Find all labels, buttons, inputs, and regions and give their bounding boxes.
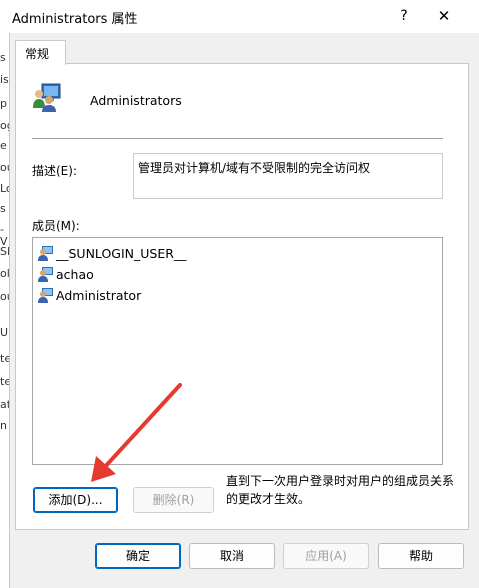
group-name: Administrators: [90, 93, 182, 108]
member-name: __SUNLOGIN_USER__: [56, 246, 187, 261]
help-button[interactable]: 帮助: [378, 543, 464, 569]
cancel-button[interactable]: 取消: [189, 543, 275, 569]
close-button[interactable]: ✕: [430, 4, 458, 28]
membership-note: 直到下一次用户登录时对用户的组成员关系的更改才生效。: [226, 474, 455, 506]
background-edge-char: e: [0, 139, 7, 152]
ok-button[interactable]: 确定: [95, 543, 181, 569]
user-icon: [38, 267, 53, 282]
apply-button[interactable]: 应用(A): [283, 543, 369, 569]
member-name: Administrator: [56, 288, 142, 303]
tab-general-label: 常规: [25, 47, 50, 61]
background-edge-char: is: [0, 73, 9, 86]
description-label: 描述(E):: [32, 164, 77, 178]
background-edge-char: n: [0, 419, 7, 432]
window-title: Administrators 属性: [12, 12, 138, 27]
members-list[interactable]: __SUNLOGIN_USER__achao Administrator: [32, 237, 443, 465]
background-edge-char: U: [0, 326, 9, 339]
user-icon: [38, 288, 53, 303]
user-icon: [38, 246, 53, 261]
background-edge-char: p: [0, 97, 7, 110]
description-field[interactable]: 管理员对计算机/域有不受限制的完全访问权: [133, 153, 443, 199]
separator: [32, 138, 443, 139]
members-label: 成员(M):: [32, 219, 80, 233]
title-bar: Administrators 属性 ? ✕: [0, 0, 479, 33]
add-button[interactable]: 添加(D)...: [33, 487, 118, 513]
group-users-icon: [30, 78, 66, 114]
member-name: achao: [56, 267, 94, 282]
description-value: 管理员对计算机/域有不受限制的完全访问权: [138, 161, 371, 175]
remove-button[interactable]: 删除(R): [133, 487, 214, 513]
background-edge-char: s: [0, 51, 6, 64]
tab-general[interactable]: 常规: [15, 40, 66, 65]
background-edge-char: s: [0, 202, 6, 215]
help-title-button[interactable]: ?: [390, 4, 418, 28]
